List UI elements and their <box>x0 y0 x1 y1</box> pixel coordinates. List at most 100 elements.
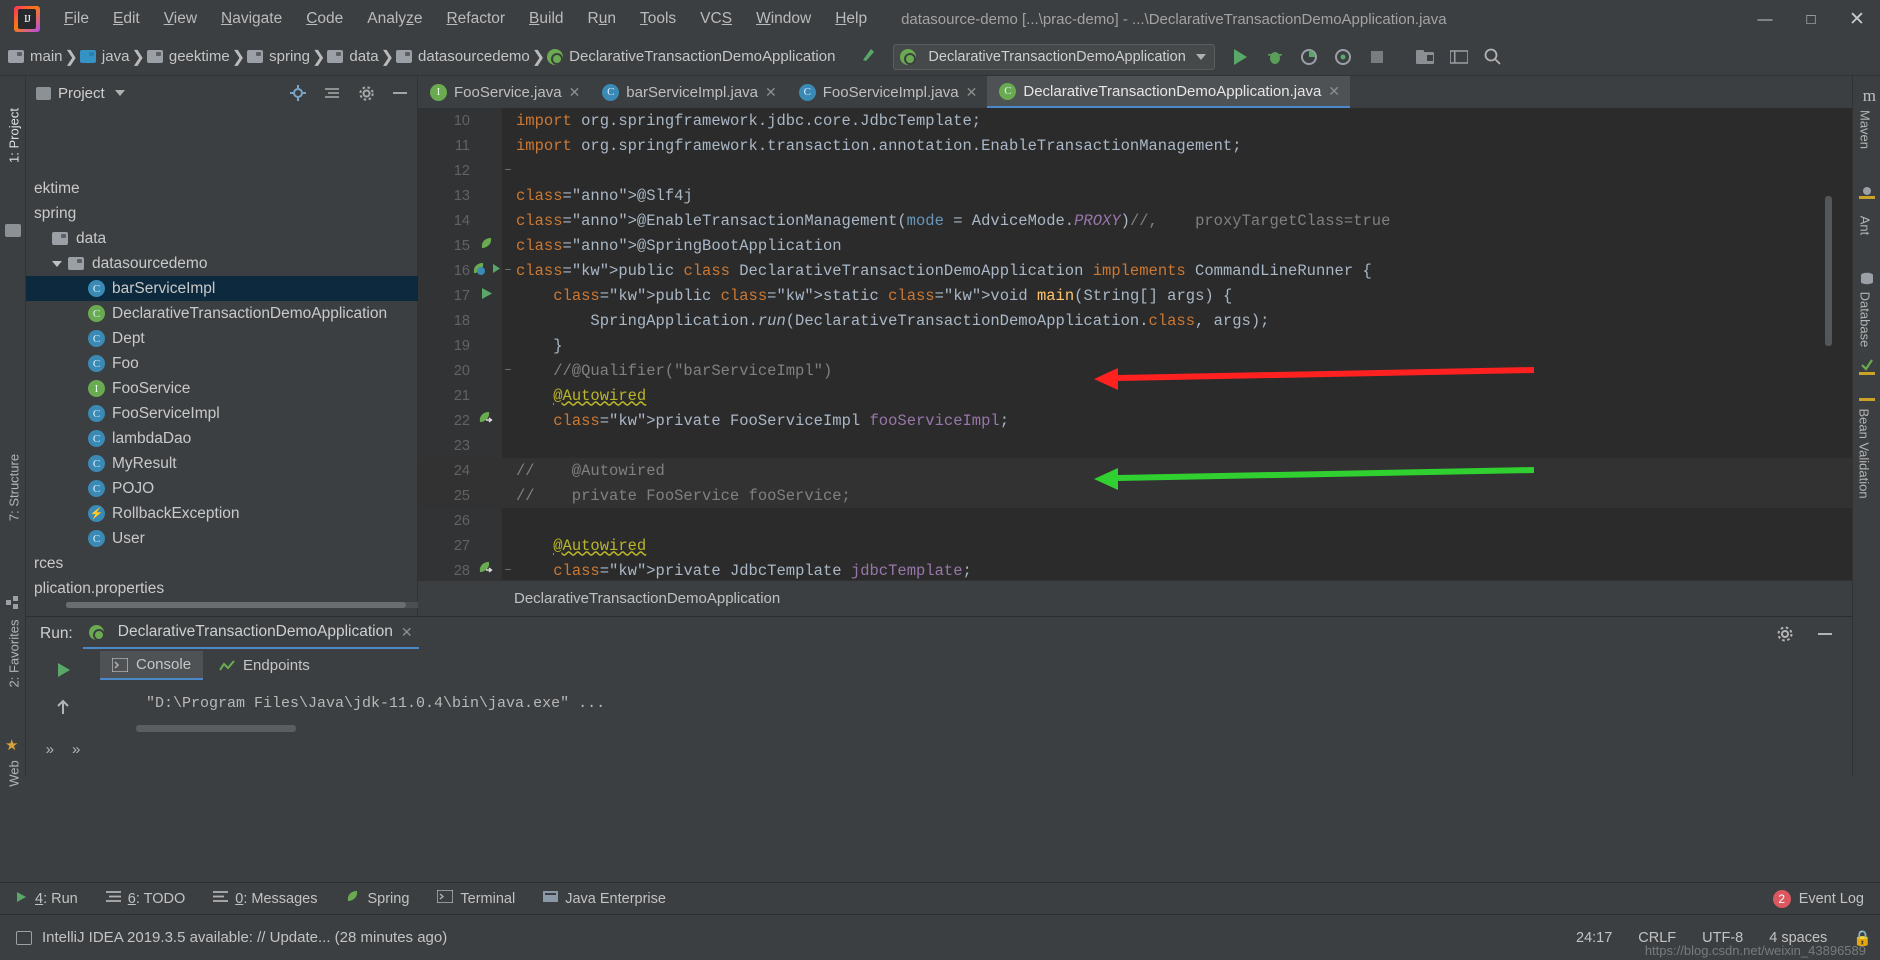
editor-tab-barserviceimpl-java[interactable]: CbarServiceImpl.java ✕ <box>590 76 787 108</box>
sidebar-item-database[interactable]: Database <box>1858 281 1873 359</box>
menu-item-navigate[interactable]: Navigate <box>209 6 294 32</box>
code-line-15[interactable]: 15− class="anno">@SpringBootApplication <box>418 233 1880 378</box>
minimize-button[interactable]: — <box>1742 0 1788 38</box>
more-actions-2-icon[interactable]: » <box>72 741 80 758</box>
editor-vertical-scrollbar[interactable] <box>1825 196 1832 346</box>
breadcrumb-item-data[interactable]: data <box>325 46 380 67</box>
close-button[interactable]: ✕ <box>1834 0 1880 38</box>
tree-item-dept[interactable]: C Dept <box>26 326 418 351</box>
close-icon[interactable]: ✕ <box>401 624 413 641</box>
bottom-tab-terminal[interactable]: Terminal <box>423 889 529 907</box>
code-line-19[interactable]: 19− } <box>418 333 1880 578</box>
tree-item-foo[interactable]: C Foo <box>26 351 418 376</box>
sidebar-item-bean-validation[interactable]: Bean Validation <box>1857 389 1872 519</box>
database-icon[interactable] <box>1860 272 1874 291</box>
menu-item-run[interactable]: Run <box>576 6 628 32</box>
run-icon[interactable] <box>1231 47 1251 67</box>
status-message[interactable]: IntelliJ IDEA 2019.3.5 available: // Upd… <box>42 929 447 946</box>
menu-item-build[interactable]: Build <box>517 6 575 32</box>
tree-item-barserviceimpl[interactable]: CbarServiceImpl <box>26 276 418 301</box>
menu-item-tools[interactable]: Tools <box>628 6 688 32</box>
tree-item-datasourcedemo[interactable]: datasourcedemo <box>26 251 418 276</box>
bean-injection-gutter-icon[interactable] <box>470 561 502 580</box>
code-line-22[interactable]: 22 class="kw">private FooServiceImpl foo… <box>418 408 1880 433</box>
hammer-icon[interactable] <box>859 44 879 69</box>
breadcrumb-item-geektime[interactable]: geektime <box>145 46 232 67</box>
close-icon[interactable]: ✕ <box>765 84 777 101</box>
project-structure-icon[interactable] <box>1415 47 1435 67</box>
run-tab-endpoints[interactable]: Endpoints <box>207 652 322 679</box>
bottom-tab-0-messages[interactable]: 0: Messages <box>199 890 331 907</box>
tree-item-pojo[interactable]: C POJO <box>26 476 418 501</box>
code-line-12[interactable]: 12 <box>418 158 1880 183</box>
bean-injection-gutter-icon[interactable] <box>470 411 502 430</box>
menu-item-refactor[interactable]: Refactor <box>434 6 517 32</box>
tree-item-myresult[interactable]: C MyResult <box>26 451 418 476</box>
caret-position[interactable]: 24:17 <box>1576 930 1612 946</box>
code-line-26[interactable]: 26 <box>418 508 1880 533</box>
stop-icon[interactable] <box>1367 47 1387 67</box>
sidebar-item-structure[interactable]: 7: Structure <box>7 452 22 524</box>
close-icon[interactable]: ✕ <box>1328 83 1340 100</box>
sidebar-item-favorites[interactable]: 2: Favorites <box>7 618 22 690</box>
scroll-to-top-icon[interactable] <box>54 698 72 721</box>
code-line-10[interactable]: 10 import org.springframework.jdbc.core.J… <box>418 108 1880 133</box>
tree-item-ektime[interactable]: ektime <box>26 176 418 201</box>
run-config-tab[interactable]: DeclarativeTransactionDemoApplication ✕ <box>82 619 419 649</box>
code-line-14[interactable]: 14 class="anno">@EnableTransactionManagem… <box>418 208 1880 233</box>
menu-item-help[interactable]: Help <box>823 6 879 32</box>
more-actions-icon[interactable]: » <box>46 741 54 758</box>
maximize-button[interactable]: □ <box>1788 0 1834 38</box>
sidebar-item-project[interactable]: 1: Project <box>7 100 22 172</box>
code-line-13[interactable]: 13− class="anno">@Slf4j <box>418 183 1880 278</box>
editor-tab-declarativetransactiondemoapplication-java[interactable]: C DeclarativeTransactionDemoApplication.j… <box>987 76 1351 108</box>
profiler-icon[interactable] <box>1333 47 1353 67</box>
gear-icon[interactable] <box>357 84 375 102</box>
run-configuration-selector[interactable]: DeclarativeTransactionDemoApplication <box>893 43 1215 70</box>
notification-icon[interactable] <box>16 930 32 945</box>
locate-icon[interactable] <box>289 84 307 102</box>
bottom-tab-4-run[interactable]: 4: Run <box>0 890 92 908</box>
spring-bean-gutter-icon[interactable] <box>470 236 502 255</box>
code-line-23[interactable]: 23 <box>418 433 1880 458</box>
menu-item-window[interactable]: Window <box>744 6 823 32</box>
structure-grid-icon[interactable] <box>6 596 20 615</box>
breadcrumb-item-spring[interactable]: spring <box>245 46 312 67</box>
hide-panel-icon[interactable] <box>391 84 409 102</box>
breadcrumb-item-java[interactable]: java <box>78 46 132 67</box>
tree-item-spring[interactable]: spring <box>26 201 418 226</box>
menu-item-file[interactable]: File <box>52 6 101 32</box>
tree-item-data[interactable]: data <box>26 226 418 251</box>
tree-item-plication-properties[interactable]: plication.properties <box>26 576 418 601</box>
editor-tab-fooserviceimpl-java[interactable]: C FooServiceImpl.java ✕ <box>786 76 988 108</box>
run-gutter-icon[interactable] <box>470 286 502 305</box>
bottom-tab-java-enterprise[interactable]: Java Enterprise <box>529 890 680 907</box>
tree-item-declarativetransactiondemoapplication[interactable]: C DeclarativeTransactionDemoApplication <box>26 301 418 326</box>
code-line-18[interactable]: 18 SpringApplication.run(DeclarativeTran… <box>418 308 1880 333</box>
code-line-11[interactable]: 11− import org.springframework.transactio… <box>418 133 1880 178</box>
close-icon[interactable]: ✕ <box>966 84 978 101</box>
editor-tab-fooservice-java[interactable]: I FooService.java ✕ <box>418 76 591 108</box>
breadcrumb-item-datasourcedemo[interactable]: datasourcedemo <box>394 46 532 67</box>
breadcrumb-item-main[interactable]: main <box>6 46 65 67</box>
folder-icon[interactable] <box>5 224 21 237</box>
code-line-27[interactable]: 27 @Autowired <box>418 533 1880 558</box>
code-content[interactable]: 10 import org.springframework.jdbc.core.J… <box>418 108 1880 616</box>
menu-item-code[interactable]: Code <box>294 6 355 32</box>
menu-item-view[interactable]: View <box>152 6 209 32</box>
bottom-tab-6-todo[interactable]: 6: TODO <box>92 890 200 907</box>
close-icon[interactable]: ✕ <box>569 84 581 101</box>
tree-item-lambdadao[interactable]: ClambdaDao <box>26 426 418 451</box>
event-log-button[interactable]: 2 Event Log <box>1772 889 1864 908</box>
gear-icon[interactable] <box>1776 625 1794 648</box>
run-tab-console[interactable]: Console <box>100 651 204 680</box>
rerun-icon[interactable] <box>54 661 72 684</box>
spring-run-gutter-icon[interactable] <box>470 261 502 280</box>
tree-item-user[interactable]: C User <box>26 526 418 551</box>
bottom-tab-spring[interactable]: Spring <box>331 889 423 908</box>
tree-item-rces[interactable]: rces <box>26 551 418 576</box>
menu-item-analyze[interactable]: Analyze <box>355 6 434 32</box>
sidebar-item-web[interactable]: Web <box>7 738 22 810</box>
settings-icon[interactable] <box>1449 47 1469 67</box>
console-horizontal-scrollbar[interactable] <box>136 725 296 732</box>
